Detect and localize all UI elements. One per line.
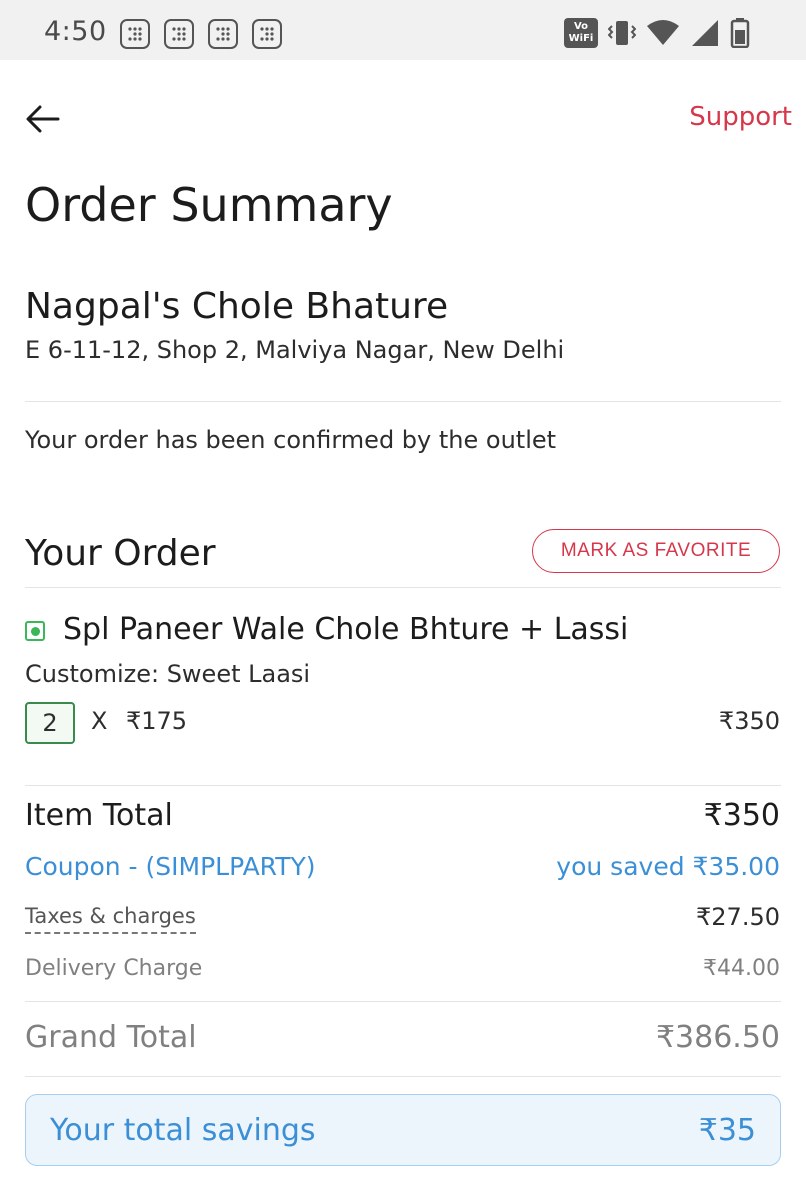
grand-total-label: Grand Total <box>25 1020 197 1055</box>
item-unit-price: ₹175 <box>126 707 188 735</box>
grid-notification-icon <box>252 19 282 49</box>
page-title: Order Summary <box>25 178 393 232</box>
battery-icon <box>730 18 750 48</box>
support-link[interactable]: Support <box>689 102 792 132</box>
grand-total-value: ₹386.50 <box>655 1020 780 1055</box>
coupon-savings-value: you saved ₹35.00 <box>556 852 780 881</box>
vowifi-icon: Vo WiFi <box>564 18 598 48</box>
arrow-left-icon[interactable] <box>24 100 62 138</box>
taxes-and-charges-link[interactable]: Taxes & charges <box>25 904 196 934</box>
item-total-label: Item Total <box>25 798 173 833</box>
total-savings-banner: Your total savings ₹35 <box>25 1094 781 1166</box>
divider <box>25 401 781 402</box>
status-bar: 4:50 Vo WiFi <box>0 0 806 60</box>
mark-as-favorite-button[interactable]: MARK AS FAVORITE <box>532 529 780 573</box>
notification-icons <box>120 19 282 49</box>
quantity-multiplier: X <box>91 707 108 735</box>
vowifi-line1: Vo <box>573 21 589 32</box>
item-line-total: ₹350 <box>718 707 780 735</box>
delivery-charge-label: Delivery Charge <box>25 956 203 981</box>
grid-notification-icon <box>208 19 238 49</box>
delivery-charge-value: ₹44.00 <box>703 956 780 981</box>
signal-icon <box>692 20 718 46</box>
grid-notification-icon <box>120 19 150 49</box>
divider <box>25 1001 781 1002</box>
system-icons: Vo WiFi <box>564 18 750 48</box>
taxes-value: ₹27.50 <box>696 903 780 931</box>
coupon-label: Coupon - (SIMPLPARTY) <box>25 852 316 881</box>
grid-notification-icon <box>164 19 194 49</box>
order-status-text: Your order has been confirmed by the out… <box>25 426 557 454</box>
divider <box>25 587 781 588</box>
restaurant-address: E 6-11-12, Shop 2, Malviya Nagar, New De… <box>25 336 565 364</box>
vowifi-line2: WiFi <box>568 33 594 44</box>
item-total-value: ₹350 <box>703 798 780 833</box>
item-quantity: 2 <box>25 702 75 744</box>
wifi-icon <box>647 20 679 45</box>
vibrate-icon <box>608 21 636 45</box>
divider <box>25 785 781 786</box>
veg-indicator-icon <box>25 621 45 641</box>
divider <box>25 1076 781 1077</box>
restaurant-name: Nagpal's Chole Bhature <box>25 286 449 327</box>
total-savings-label: Your total savings <box>50 1113 316 1148</box>
your-order-heading: Your Order <box>25 533 216 574</box>
item-name: Spl Paneer Wale Chole Bhture + Lassi <box>63 612 629 647</box>
status-time: 4:50 <box>44 16 107 47</box>
item-customization: Customize: Sweet Laasi <box>25 660 311 688</box>
total-savings-value: ₹35 <box>698 1113 756 1148</box>
